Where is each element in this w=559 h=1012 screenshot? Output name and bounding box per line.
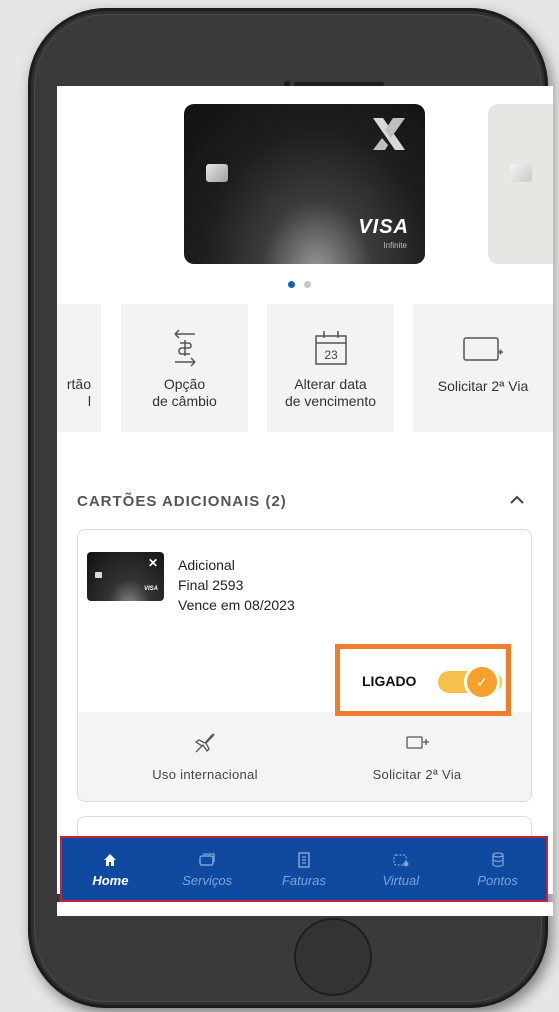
card-brand: VISA xyxy=(358,216,409,238)
nav-label: Faturas xyxy=(281,872,327,888)
nav-label: Serviços xyxy=(182,872,233,888)
invoice-icon xyxy=(298,851,310,868)
exchange-icon xyxy=(173,329,196,367)
calendar-icon: 23 xyxy=(314,331,347,365)
card-add-icon xyxy=(463,337,503,361)
action-request-copy[interactable]: Solicitar 2ª Via xyxy=(413,304,553,432)
screen-bottom-edge xyxy=(57,902,553,916)
action-label: Solicitar 2ª Via xyxy=(372,767,462,782)
action-label: rtão l xyxy=(66,376,91,409)
action-label: Uso internacional xyxy=(152,767,258,782)
section-title: CARTÕES ADICIONAIS (2) xyxy=(77,493,287,510)
carousel-dot-2[interactable] xyxy=(304,281,311,288)
card-chip-icon xyxy=(206,164,228,182)
nav-label: Home xyxy=(92,872,129,888)
additional-card-panel: ✕ VISA Adicional Final 2593 Vence em 08/… xyxy=(77,529,532,802)
card-tier: Infinite xyxy=(383,241,407,250)
international-use-button[interactable]: Uso internacional xyxy=(105,730,305,782)
nav-virtual[interactable]: Virtual xyxy=(352,838,449,900)
nav-label: Pontos xyxy=(477,872,518,888)
bottom-navigation: Home Serviços Faturas Virtual Pontos xyxy=(60,836,548,902)
points-icon xyxy=(491,851,504,867)
chevron-up-icon[interactable] xyxy=(508,491,526,509)
credit-card-next[interactable] xyxy=(488,104,553,264)
home-icon xyxy=(104,853,117,866)
check-icon[interactable]: ✓ xyxy=(464,664,500,700)
additional-card-name: Adicional xyxy=(178,557,235,573)
toggle-label: LIGADO xyxy=(362,673,417,689)
action-label: Alterar data de vencimento xyxy=(284,376,377,409)
nav-label: Virtual xyxy=(382,872,420,888)
additional-card-info: Adicional Final 2593 Vence em 08/2023 xyxy=(178,555,295,615)
nav-home[interactable]: Home xyxy=(62,838,159,900)
card-chip-icon xyxy=(510,164,532,182)
additional-card-expiry: Vence em 08/2023 xyxy=(178,597,295,613)
nav-points[interactable]: Pontos xyxy=(449,838,546,900)
additional-card-final: Final 2593 xyxy=(178,577,244,593)
nav-invoices[interactable]: Faturas xyxy=(256,838,353,900)
carousel-dot-1[interactable] xyxy=(288,281,295,288)
services-icon xyxy=(199,852,215,866)
card-chip-icon xyxy=(95,572,102,578)
caixa-logo-icon xyxy=(373,118,405,150)
action-card-partial[interactable]: rtão l xyxy=(57,304,101,432)
additional-request-copy-button[interactable]: Solicitar 2ª Via xyxy=(317,730,517,782)
action-change-due-date[interactable]: 23 Alterar data de vencimento xyxy=(267,304,394,432)
phone-home-button[interactable] xyxy=(294,918,372,996)
nav-services[interactable]: Serviços xyxy=(159,838,256,900)
additional-card-actions: Uso internacional Solicitar 2ª Via xyxy=(78,712,531,801)
virtual-card-icon xyxy=(393,853,409,866)
card-add-icon xyxy=(406,736,429,749)
app-screen: VISA Infinite rtão l Opção de câmbio 23 … xyxy=(57,86,553,894)
toggle-highlight: LIGADO ✓ xyxy=(335,644,511,716)
action-label: Solicitar 2ª Via xyxy=(437,378,529,394)
credit-card-main[interactable]: VISA Infinite xyxy=(184,104,425,264)
calendar-day: 23 xyxy=(324,348,338,362)
mini-card-brand: VISA xyxy=(143,586,158,592)
additional-card-thumbnail[interactable]: ✕ VISA xyxy=(87,552,164,601)
caixa-logo-icon: ✕ xyxy=(147,556,158,570)
carousel-indicator[interactable] xyxy=(288,281,311,288)
action-exchange-option[interactable]: Opção de câmbio xyxy=(121,304,248,432)
airplane-icon xyxy=(194,733,215,753)
action-label: Opção de câmbio xyxy=(152,376,217,409)
